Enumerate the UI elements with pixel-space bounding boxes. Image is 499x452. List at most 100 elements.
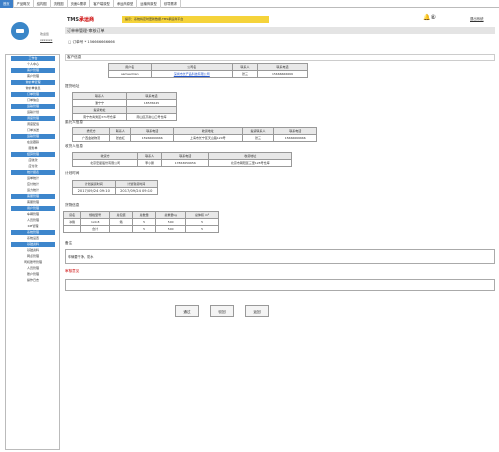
sidebar-item[interactable]: 运力统计 [11, 187, 55, 193]
cell: 广西金航物流 [71, 134, 111, 142]
cell: 北京宏星股份有限公司 [71, 159, 139, 167]
notice-banner: 提示：系统将定时更新数据,TMS承运商平台 [122, 16, 269, 23]
audit-input[interactable] [65, 279, 495, 291]
plan-table: 计划提货时间 计划到货时间 2017/09/24 09:10 2017/09/24 … [72, 180, 158, 195]
col-header: 用户名 [108, 63, 152, 71]
col-header: 货名 [62, 211, 82, 219]
user-panel: 欢迎您 xxxxxxx [5, 18, 60, 53]
col-header: 计划到货时间 [114, 180, 158, 188]
sidebar-item[interactable]: 客户管理 [11, 73, 55, 79]
cell: 15666666666 [273, 134, 317, 142]
sidebar-item[interactable]: 个人中心 [11, 61, 55, 67]
sidebar-item[interactable]: 应付款 [11, 163, 55, 169]
table-row: 合计 5 500 5 [62, 225, 219, 233]
audit-title: 审核意见 [65, 269, 80, 273]
avatar[interactable] [11, 22, 29, 40]
reject-button[interactable]: 驳回 [210, 305, 234, 317]
remark-field[interactable]: 车辆要干净，防水 [65, 249, 495, 264]
sidebar-item[interactable]: 客服管理 [11, 199, 55, 205]
customer-table: 用户名 公司名 联系人 联系电话 samsedrian 深圳市长产品科技有限公司 张三 15… [108, 63, 309, 78]
col-header: 联系电话 [273, 127, 317, 135]
tab-leader[interactable]: 领导需求 [161, 0, 181, 8]
cell: 李小鹏 [137, 159, 163, 167]
tab-structure[interactable]: 结构图 [34, 0, 51, 8]
logout-link[interactable]: 退出系统 [470, 16, 484, 21]
col-header: 收货地址 [172, 127, 243, 135]
cell: 张启红 [109, 134, 132, 142]
sidebar-item[interactable]: KPI管理 [11, 223, 55, 229]
sidebar-item[interactable]: 询价单信息 [11, 85, 55, 91]
col-header: 联系电话 [130, 127, 174, 135]
col-header: 联系人 [231, 63, 258, 71]
tab-transport-proto[interactable]: 运输商原型 [137, 0, 161, 8]
col-header: 总体积 m³ [185, 211, 219, 219]
col-header: 总重量kg [155, 211, 187, 219]
remark-title: 备注 [65, 241, 73, 245]
tab-home[interactable]: 首页 [0, 0, 14, 8]
username[interactable]: xxxxxxx [40, 38, 52, 42]
col-header: 联系电话 [126, 92, 177, 100]
cell: 15966666666 [130, 134, 174, 142]
table-row: 冰箱 1x0.8 箱 5 500 5 [62, 218, 219, 226]
welcome-text: 欢迎您 [40, 32, 50, 36]
sidebar-item[interactable]: 服务单 [11, 145, 55, 151]
plan-title: 计划时间 [65, 171, 80, 175]
back-button[interactable]: 返回 [245, 305, 269, 317]
goods-title: 货物信息 [65, 203, 80, 207]
sidebar: 工作台 个人中心 客户管理 客户管理 询价单管理 询价单信息 订单管理 订单信息 运输管理 运输计… [5, 54, 60, 450]
sidebar-item[interactable]: 操作日志 [11, 277, 55, 283]
pickup-table: 联系人 联系电话 潘宁宁 18535645 提货地址 南宁市青秀区371号仓库 南山区… [71, 92, 177, 121]
cell: 张三 [231, 70, 258, 78]
pickup-title: 提货地址 [65, 84, 80, 88]
cell: 南山区高新山口号仓库 [126, 113, 177, 121]
cell: 17863656656 [161, 159, 210, 167]
order-number: ▢ 订单号 * 156666666666 [68, 40, 115, 44]
remark-text: 车辆要干净，防水 [68, 255, 94, 259]
pass-button[interactable]: 通过 [175, 305, 199, 317]
tab-carrier-proto[interactable]: 承运商原型 [114, 0, 138, 8]
tab-pages[interactable]: 页面&需求 [68, 0, 91, 8]
customer-section-header [65, 54, 495, 61]
goods-table: 货名 规格型号 总包装 总数量 总重量kg 总体积 m³ 冰箱 1x0.8 箱 5 500 5 合计… [62, 211, 219, 233]
col-header: 总包装 [109, 211, 134, 219]
sidebar-item[interactable]: 系统设置 [11, 235, 55, 241]
col-header: 收货方 [71, 152, 139, 160]
cell: 15666666666 [256, 70, 309, 78]
cell: 北京市朝阳区三里128号仓库 [208, 159, 292, 167]
cell: 上海市长宁区天山路120号 [172, 134, 243, 142]
col-header: 规格型号 [80, 211, 111, 219]
shipper-title: 委托人信息 [65, 120, 83, 124]
col-header: 联系人 [137, 152, 163, 160]
customer-title: 客户信息 [67, 55, 82, 59]
cell: 2017/09/24 09:10 [114, 187, 158, 195]
col-header: 联系人 [109, 127, 132, 135]
sidebar-item[interactable]: 订单派送 [11, 127, 55, 133]
company-link[interactable]: 深圳市长产品科技有限公司 [150, 70, 233, 78]
shipper-table: 委托方 联系人 联系电话 收货地址 提货联系人 联系电话 广西金航物流 张启红 1596666… [71, 127, 317, 142]
col-header: 提货联系人 [241, 127, 275, 135]
bell-icon[interactable]: 🔔⑧ [423, 14, 436, 21]
tab-flow[interactable]: 流程图 [51, 0, 68, 8]
cell: 潘宁宁 [71, 99, 128, 107]
sidebar-item[interactable]: 订单信息 [11, 97, 55, 103]
receiver-title: 收货人信息 [65, 144, 83, 148]
col-header: 计划提货时间 [72, 180, 116, 188]
col-header: 公司名 [150, 63, 233, 71]
cell: 张三 [241, 134, 275, 142]
col-header: 提货地址 [71, 106, 128, 114]
tab-overview[interactable]: 产品概况 [14, 0, 34, 8]
brand-logo: TMS承运商 [67, 17, 95, 23]
sidebar-item[interactable]: 运输计划 [11, 109, 55, 115]
col-header: 总数量 [132, 211, 157, 219]
cell: 18535645 [126, 99, 177, 107]
col-header: 收货地址 [208, 152, 292, 160]
page-title: 订单单管理-审核订单 [65, 27, 495, 34]
top-nav: 首页 产品概况 结构图 流程图 页面&需求 客户端原型 承运商原型 运输商原型 … [0, 0, 499, 8]
col-header: 联系电话 [161, 152, 210, 160]
cell: 2017/09/24 09:10 [72, 187, 116, 195]
tab-client-proto[interactable]: 客户端原型 [90, 0, 114, 8]
header-bar: TMS承运商 提示：系统将定时更新数据,TMS承运商平台 [65, 15, 405, 24]
col-header: 联系人 [71, 92, 128, 100]
receiver-table: 收货方 联系人 联系电话 收货地址 北京宏星股份有限公司 李小鹏 17863656656 北… [71, 152, 292, 167]
col-header: 联系电话 [256, 63, 309, 71]
